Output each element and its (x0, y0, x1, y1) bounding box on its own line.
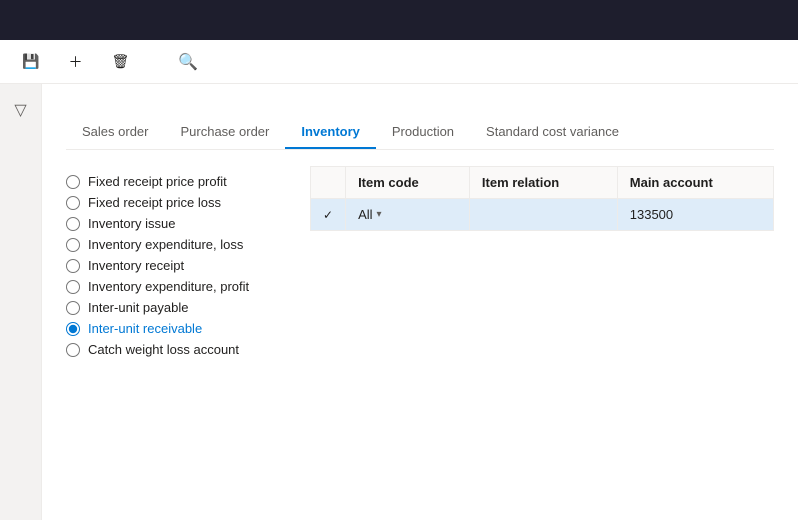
delete-button[interactable]: 🗑 (101, 47, 144, 76)
save-button[interactable]: 💾 (12, 47, 54, 76)
radio-label-inter-unit-receivable: Inter-unit receivable (88, 321, 202, 336)
tab-sales-order[interactable]: Sales order (66, 116, 164, 149)
tab-standard-cost-variance[interactable]: Standard cost variance (470, 116, 635, 149)
radio-fixed-receipt-price-loss[interactable] (66, 196, 80, 210)
tab-purchase-order[interactable]: Purchase order (164, 116, 285, 149)
radio-item-inventory-receipt[interactable]: Inventory receipt (66, 258, 286, 273)
col-header-check (311, 167, 346, 199)
page-container: Sales orderPurchase orderInventoryProduc… (42, 84, 798, 520)
radio-item-fixed-receipt-price-profit[interactable]: Fixed receipt price profit (66, 174, 286, 189)
content-area: Sales orderPurchase orderInventoryProduc… (42, 84, 798, 520)
radio-item-inventory-expenditure-profit[interactable]: Inventory expenditure, profit (66, 279, 286, 294)
col-header-item-code: Item code (346, 167, 470, 199)
top-bar (0, 0, 798, 40)
radio-label-inter-unit-payable: Inter-unit payable (88, 300, 188, 315)
radio-inventory-issue[interactable] (66, 217, 80, 231)
radio-label-inventory-expenditure-loss: Inventory expenditure, loss (88, 237, 243, 252)
row-check-0: ✓ (311, 199, 346, 231)
tab-production[interactable]: Production (376, 116, 470, 149)
col-header-item-relation: Item relation (469, 167, 617, 199)
row-item-relation-0 (469, 199, 617, 231)
tab-inventory[interactable]: Inventory (285, 116, 376, 149)
col-header-main-account: Main account (617, 167, 773, 199)
search-icon: 🔍 (178, 54, 198, 71)
tab-bar: Sales orderPurchase orderInventoryProduc… (66, 116, 774, 150)
table-row[interactable]: ✓ All ▾ 133500 (311, 199, 774, 231)
radio-fixed-receipt-price-profit[interactable] (66, 175, 80, 189)
grid-panel: Item codeItem relationMain account ✓ All ▾… (310, 166, 774, 357)
radio-item-inventory-issue[interactable]: Inventory issue (66, 216, 286, 231)
sidebar: ▽ (0, 84, 42, 520)
new-button[interactable]: ＋ (58, 46, 97, 78)
radio-inventory-receipt[interactable] (66, 259, 80, 273)
radio-label-fixed-receipt-price-loss: Fixed receipt price loss (88, 195, 221, 210)
radio-inter-unit-payable[interactable] (66, 301, 80, 315)
radio-label-inventory-issue: Inventory issue (88, 216, 175, 231)
radio-label-inventory-expenditure-profit: Inventory expenditure, profit (88, 279, 249, 294)
radio-item-inter-unit-payable[interactable]: Inter-unit payable (66, 300, 286, 315)
radio-inventory-expenditure-loss[interactable] (66, 238, 80, 252)
main-layout: ▽ Sales orderPurchase orderInventoryProd… (0, 84, 798, 520)
radio-list: Fixed receipt price profit Fixed receipt … (66, 174, 286, 357)
save-icon: 💾 (22, 53, 39, 70)
radio-item-catch-weight-loss-account[interactable]: Catch weight loss account (66, 342, 286, 357)
select-panel: Fixed receipt price profit Fixed receipt … (66, 166, 286, 357)
filter-icon[interactable]: ▽ (6, 92, 34, 128)
data-grid: Item codeItem relationMain account ✓ All ▾… (310, 166, 774, 231)
radio-label-inventory-receipt: Inventory receipt (88, 258, 184, 273)
toolbar: 💾 ＋ 🗑 🔍 (0, 40, 798, 84)
options-button[interactable] (148, 56, 168, 68)
radio-inter-unit-receivable[interactable] (66, 322, 80, 336)
item-code-value: All (358, 207, 372, 222)
check-mark-icon: ✓ (323, 208, 333, 222)
radio-inventory-expenditure-profit[interactable] (66, 280, 80, 294)
radio-item-inventory-expenditure-loss[interactable]: Inventory expenditure, loss (66, 237, 286, 252)
search-button[interactable]: 🔍 (172, 46, 204, 78)
radio-item-fixed-receipt-price-loss[interactable]: Fixed receipt price loss (66, 195, 286, 210)
delete-icon: 🗑 (111, 53, 129, 70)
radio-catch-weight-loss-account[interactable] (66, 343, 80, 357)
dropdown-arrow-icon[interactable]: ▾ (377, 209, 382, 220)
two-col-layout: Fixed receipt price profit Fixed receipt … (66, 166, 774, 357)
new-icon: ＋ (68, 52, 82, 72)
radio-label-fixed-receipt-price-profit: Fixed receipt price profit (88, 174, 227, 189)
row-main-account-0: 133500 (617, 199, 773, 231)
radio-item-inter-unit-receivable[interactable]: Inter-unit receivable (66, 321, 286, 336)
row-item-code-0: All ▾ (346, 199, 470, 231)
radio-label-catch-weight-loss-account: Catch weight loss account (88, 342, 239, 357)
